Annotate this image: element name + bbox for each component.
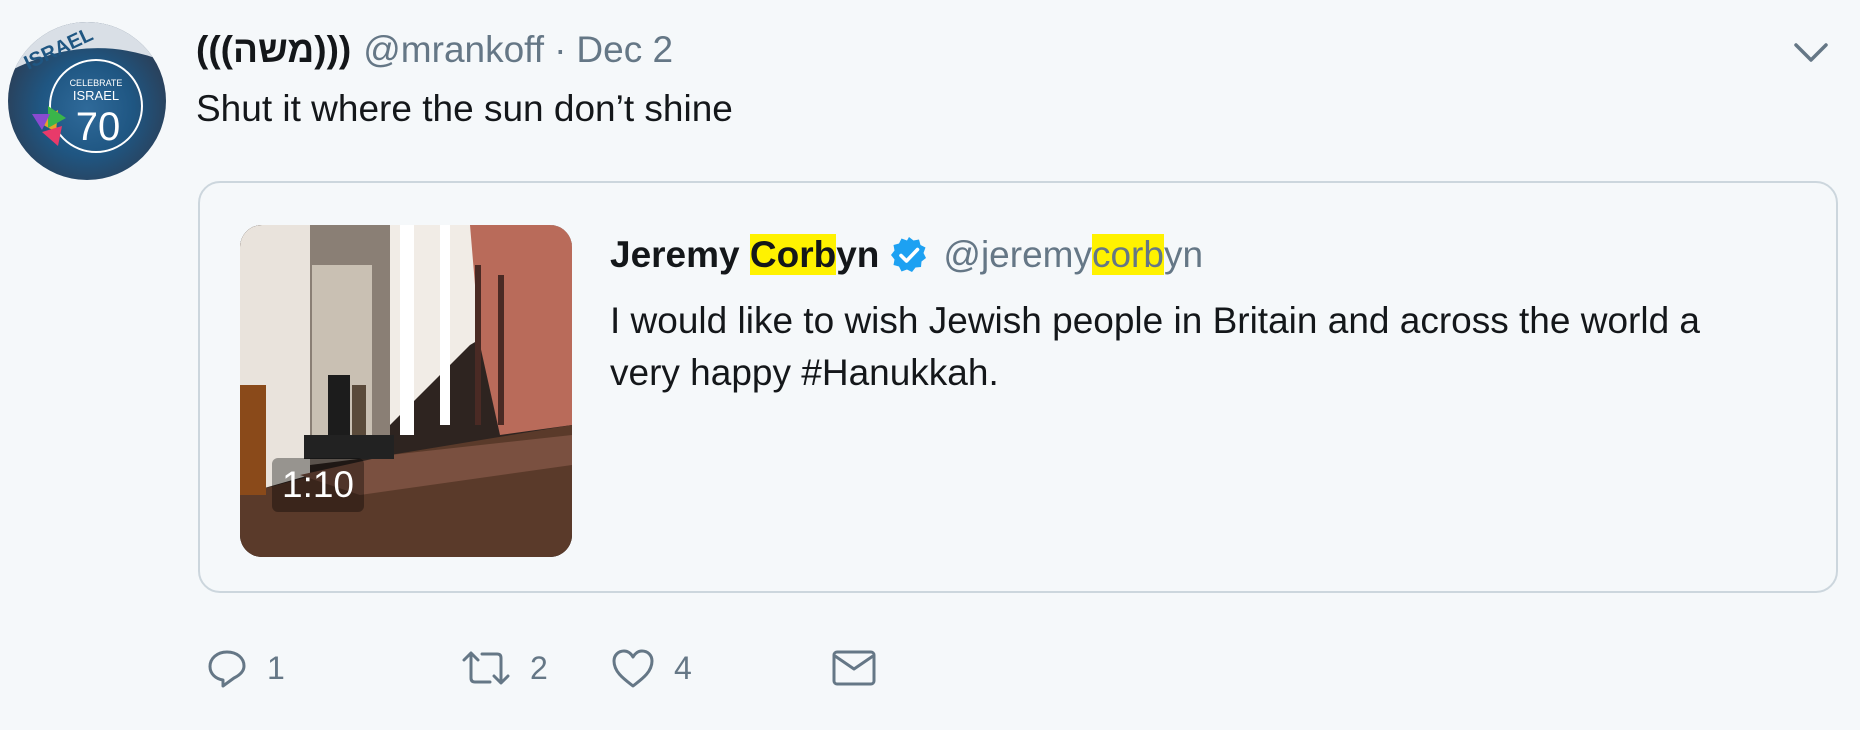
- avatar-number: 70: [76, 105, 121, 149]
- tweet-date[interactable]: Dec 2: [576, 29, 673, 71]
- heart-icon: [612, 649, 654, 688]
- quoted-tweet-text: I would like to wish Jewish people in Br…: [610, 300, 1701, 393]
- chevron-down-icon[interactable]: [1788, 32, 1834, 72]
- quoted-name-part: Jeremy: [610, 234, 750, 275]
- avatar-image: ISRAEL CELEBRATE ISRAEL 70: [8, 22, 166, 153]
- tweet-header: (((משה))) @mrankoff · Dec 2: [196, 22, 673, 78]
- retweet-button[interactable]: 2: [460, 640, 548, 696]
- separator-dot: ·: [554, 29, 567, 70]
- direct-message-button[interactable]: [830, 640, 878, 696]
- reply-button[interactable]: 1: [205, 640, 285, 696]
- video-duration: 1:10: [272, 458, 365, 512]
- quoted-handle-part: @jeremy: [943, 234, 1092, 275]
- avatar-line2: ISRAEL: [73, 88, 119, 103]
- retweet-icon: [462, 651, 510, 685]
- envelope-icon: [832, 650, 876, 686]
- quoted-handle-part: yn: [1163, 234, 1204, 275]
- tweet: ISRAEL CELEBRATE ISRAEL 70 (((משה))) @mr…: [0, 0, 1860, 730]
- search-highlight: Corb: [749, 234, 837, 275]
- like-count: 4: [674, 649, 692, 686]
- display-name[interactable]: (((משה))): [196, 29, 351, 71]
- reply-icon: [208, 650, 246, 688]
- like-button[interactable]: 4: [610, 640, 692, 696]
- retweet-count: 2: [530, 649, 548, 686]
- user-handle[interactable]: @mrankoff: [363, 29, 544, 71]
- quoted-handle[interactable]: @jeremycorbyn: [943, 234, 1203, 276]
- reply-count: 1: [267, 649, 285, 686]
- quoted-name-part: yn: [836, 234, 880, 275]
- verified-badge-icon: [889, 235, 929, 275]
- avatar[interactable]: ISRAEL CELEBRATE ISRAEL 70: [8, 22, 166, 180]
- tweet-text: Shut it where the sun don’t shine: [196, 88, 733, 129]
- search-highlight: corb: [1091, 234, 1164, 275]
- video-thumbnail[interactable]: 1:10: [240, 225, 572, 557]
- quoted-tweet-header: Jeremy Corbyn @jeremycorbyn: [610, 227, 1203, 283]
- quoted-tweet-card[interactable]: 1:10 Jeremy Corbyn @jeremycorbyn I would…: [198, 181, 1838, 593]
- quoted-display-name[interactable]: Jeremy Corbyn: [610, 234, 879, 276]
- avatar-line1: CELEBRATE: [70, 78, 123, 88]
